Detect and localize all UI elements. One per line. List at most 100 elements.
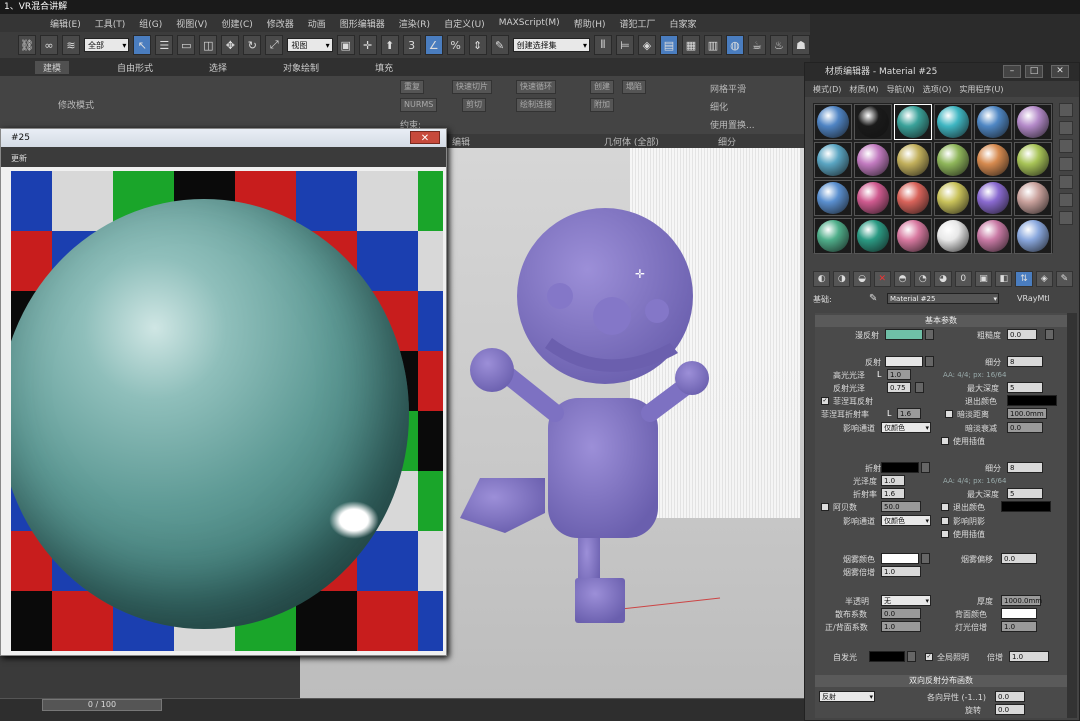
- menu-plugin-1[interactable]: 谱犯工厂: [619, 17, 655, 30]
- me-menu-material[interactable]: 材质(M): [849, 84, 878, 95]
- material-sample-slot[interactable]: [934, 104, 972, 140]
- angle-snap-icon[interactable]: ∠: [424, 35, 443, 55]
- curve-editor-icon[interactable]: ▥: [703, 35, 722, 55]
- material-sample-slot[interactable]: [974, 218, 1012, 254]
- refract-exit-swatch[interactable]: [1001, 501, 1051, 512]
- fresnel-ior-lock-button[interactable]: L: [887, 409, 891, 418]
- cut-button[interactable]: 剪切: [462, 98, 486, 112]
- menu-graph-editors[interactable]: 图形编辑器: [340, 17, 385, 30]
- repeat-button[interactable]: 重复: [400, 80, 424, 94]
- move-icon[interactable]: ✥: [221, 35, 240, 55]
- unlink-icon[interactable]: ∞: [40, 35, 58, 55]
- reference-coord-dropdown[interactable]: 视图: [287, 38, 333, 53]
- select-by-name-icon[interactable]: ☰: [155, 35, 174, 55]
- me-menu-utilities[interactable]: 实用程序(U): [959, 84, 1003, 95]
- tab-populate[interactable]: 填充: [367, 61, 401, 74]
- rect-selection-icon[interactable]: ▭: [177, 35, 196, 55]
- manipulate-icon[interactable]: ✛: [358, 35, 377, 55]
- fresnel-checkbox[interactable]: ✓: [821, 397, 829, 405]
- menu-help[interactable]: 帮助(H): [574, 17, 606, 30]
- percent-snap-icon[interactable]: %: [446, 35, 465, 55]
- use-interp-checkbox[interactable]: [941, 437, 949, 445]
- material-editor-icon[interactable]: ◍: [725, 35, 744, 55]
- dim-distance-input[interactable]: 100.0mm: [1007, 408, 1047, 419]
- material-sample-slot[interactable]: [854, 104, 892, 140]
- material-sample-slot[interactable]: [974, 180, 1012, 216]
- nurms-button[interactable]: NURMS: [400, 98, 438, 112]
- hilight-gloss-input[interactable]: 1.0: [887, 369, 911, 380]
- create-button[interactable]: 创建: [590, 80, 614, 94]
- diffuse-map-button[interactable]: [925, 329, 934, 340]
- tessellate-button[interactable]: 细化: [710, 100, 728, 113]
- abbe-checkbox[interactable]: [821, 503, 829, 511]
- tab-selection[interactable]: 选择: [201, 61, 235, 74]
- basic-params-header[interactable]: 基本参数: [815, 315, 1067, 327]
- menu-tools[interactable]: 工具(T): [95, 17, 126, 30]
- roughness-input[interactable]: 0.0: [1007, 329, 1037, 340]
- fog-bias-input[interactable]: 0.0: [1001, 553, 1037, 564]
- collapse-button[interactable]: 塌陷: [622, 80, 646, 94]
- material-sample-slot[interactable]: [854, 218, 892, 254]
- reflect-subdiv-input[interactable]: 8: [1007, 356, 1043, 367]
- modify-mode-label[interactable]: 修改模式: [58, 98, 94, 111]
- material-type-button[interactable]: VRayMtl: [1017, 294, 1050, 303]
- refl-gloss-input[interactable]: 0.75: [887, 382, 911, 393]
- time-slider[interactable]: 0 / 100: [42, 699, 162, 711]
- tab-modeling[interactable]: 建模: [35, 60, 70, 74]
- menu-animation[interactable]: 动画: [308, 17, 326, 30]
- refract-exit-checkbox[interactable]: [941, 503, 949, 511]
- material-sample-slot[interactable]: [974, 104, 1012, 140]
- fog-mult-input[interactable]: 1.0: [881, 566, 921, 577]
- reflect-map-button[interactable]: [925, 356, 934, 367]
- material-sample-slot[interactable]: [934, 180, 972, 216]
- spinner-snap-icon[interactable]: ⇕: [468, 35, 487, 55]
- make-preview-icon[interactable]: [1059, 193, 1073, 207]
- put-to-scene-icon[interactable]: ◑: [833, 271, 851, 287]
- select-object-icon[interactable]: ↖: [133, 35, 152, 55]
- me-menu-options[interactable]: 选项(O): [923, 84, 952, 95]
- get-material-icon[interactable]: ◐: [813, 271, 831, 287]
- material-sample-slot[interactable]: [814, 180, 852, 216]
- affect-channels2-dropdown[interactable]: 仅颜色: [881, 515, 931, 527]
- mult-input[interactable]: 1.0: [1009, 651, 1049, 662]
- scale-icon[interactable]: ⤢: [265, 35, 284, 55]
- assign-to-selection-icon[interactable]: ◒: [853, 271, 871, 287]
- mirror-icon[interactable]: ⫴: [593, 35, 612, 55]
- snap-icon[interactable]: 3: [402, 35, 421, 55]
- back-color-swatch[interactable]: [1001, 608, 1037, 619]
- background-checker-icon[interactable]: [1059, 139, 1073, 153]
- close-icon[interactable]: ✕: [1051, 65, 1069, 78]
- quickslice-button[interactable]: 快速切片: [452, 80, 492, 94]
- menu-customize[interactable]: 自定义(U): [444, 17, 485, 30]
- menu-plugin-2[interactable]: 白家家: [670, 17, 697, 30]
- refract-map-button[interactable]: [921, 462, 930, 473]
- menu-group[interactable]: 组(G): [139, 17, 162, 30]
- show-end-result-icon[interactable]: ◧: [995, 271, 1013, 287]
- edit-named-sel-icon[interactable]: ✎: [490, 35, 509, 55]
- material-sample-slot[interactable]: [894, 104, 932, 140]
- material-sample-slot[interactable]: [814, 218, 852, 254]
- reflect-exit-color-swatch[interactable]: [1007, 395, 1057, 406]
- menu-maxscript[interactable]: MAXScript(M): [499, 18, 560, 28]
- maximize-icon[interactable]: □: [1025, 65, 1043, 78]
- uv-tiling-icon[interactable]: [1059, 157, 1073, 171]
- copy-material-icon[interactable]: ◓: [893, 271, 912, 287]
- fog-color-swatch[interactable]: [881, 553, 919, 564]
- anisotropy-input[interactable]: 0.0: [995, 691, 1025, 702]
- me-menu-modes[interactable]: 模式(D): [813, 84, 841, 95]
- material-sample-slot[interactable]: [1014, 142, 1052, 178]
- refract-max-depth-input[interactable]: 5: [1007, 488, 1043, 499]
- backlight-icon[interactable]: [1059, 121, 1073, 135]
- render-production-icon[interactable]: ☗: [791, 35, 810, 55]
- hilight-gloss-lock-button[interactable]: L: [877, 370, 881, 379]
- align-icon[interactable]: ⊨: [615, 35, 634, 55]
- me-menu-navigation[interactable]: 导航(N): [887, 84, 915, 95]
- material-sample-slot[interactable]: [854, 142, 892, 178]
- reflect-max-depth-input[interactable]: 5: [1007, 382, 1043, 393]
- material-sample-slot[interactable]: [1014, 180, 1052, 216]
- go-forward-icon[interactable]: ◈: [1035, 271, 1053, 287]
- material-name-field[interactable]: Material #25: [887, 293, 999, 305]
- roughness-map-button[interactable]: [1045, 329, 1054, 340]
- brdf-header[interactable]: 双向反射分布函数: [815, 675, 1067, 687]
- parameters-scrollbar[interactable]: [1067, 313, 1077, 718]
